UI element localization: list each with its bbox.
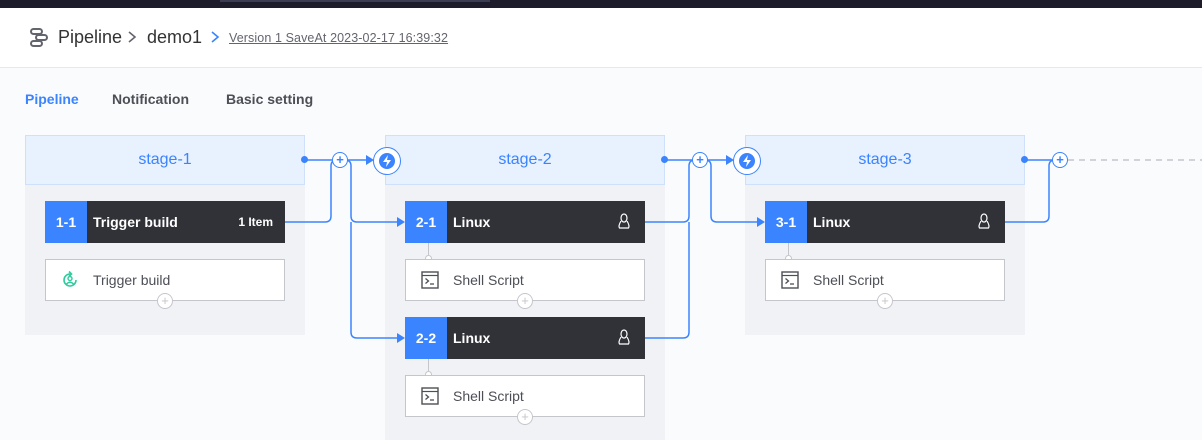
job-id: 2-1 (405, 201, 447, 243)
job-name: Linux (453, 214, 491, 230)
job-3-1[interactable]: 3-1 Linux (765, 201, 1005, 243)
job-name: Linux (813, 214, 851, 230)
stage-3-out-dot (1021, 156, 1028, 163)
terminal-icon (421, 271, 439, 289)
breadcrumb-pipeline[interactable]: Pipeline (58, 27, 122, 48)
tab-basic-setting[interactable]: Basic setting (226, 91, 313, 107)
breadcrumb-demo1[interactable]: demo1 (147, 27, 202, 48)
version-link[interactable]: Version 1 SaveAt 2023-02-17 16:39:32 (229, 31, 448, 45)
linux-icon (618, 329, 630, 345)
job-id: 2-2 (405, 317, 447, 359)
add-stage-button[interactable]: + (332, 152, 348, 168)
add-step-button[interactable]: + (877, 293, 893, 309)
step-label: Shell Script (813, 272, 884, 288)
window-top-strip (0, 0, 1202, 8)
chevron-right-icon (211, 31, 220, 43)
step-label: Shell Script (453, 388, 524, 404)
linux-icon (978, 213, 990, 229)
stage-2-header[interactable]: stage-2 (385, 135, 665, 185)
header-bar: Pipeline demo1 Version 1 SaveAt 2023-02-… (0, 8, 1202, 68)
add-stage-button[interactable]: + (1052, 152, 1068, 168)
linux-icon (618, 213, 630, 229)
terminal-icon (781, 271, 799, 289)
tab-pipeline[interactable]: Pipeline (25, 91, 79, 107)
job-name: Linux (453, 330, 491, 346)
job-1-1[interactable]: 1-1 Trigger build 1 Item (45, 201, 285, 243)
stage-trigger-bolt-icon[interactable] (733, 147, 761, 175)
stage-1-header[interactable]: stage-1 (25, 135, 305, 185)
job-item-count: 1 Item (238, 215, 273, 229)
add-step-button[interactable]: + (517, 293, 533, 309)
job-id: 3-1 (765, 201, 807, 243)
job-name: Trigger build (93, 214, 178, 230)
add-step-button[interactable]: + (157, 293, 173, 309)
terminal-icon (421, 387, 439, 405)
job-2-2[interactable]: 2-2 Linux (405, 317, 645, 359)
job-2-1[interactable]: 2-1 Linux (405, 201, 645, 243)
stage-2-out-dot (661, 156, 668, 163)
trigger-icon (63, 270, 77, 287)
chevron-right-icon (128, 31, 137, 43)
pipeline-logo-icon (30, 28, 48, 47)
tab-notification[interactable]: Notification (112, 91, 189, 107)
stage-1-out-dot (301, 156, 308, 163)
step-label: Trigger build (93, 272, 171, 288)
stage-trigger-bolt-icon[interactable] (373, 147, 401, 175)
step-label: Shell Script (453, 272, 524, 288)
job-id: 1-1 (45, 201, 87, 243)
stage-3-header[interactable]: stage-3 (745, 135, 1025, 185)
add-stage-button[interactable]: + (692, 152, 708, 168)
add-step-button[interactable]: + (517, 409, 533, 425)
